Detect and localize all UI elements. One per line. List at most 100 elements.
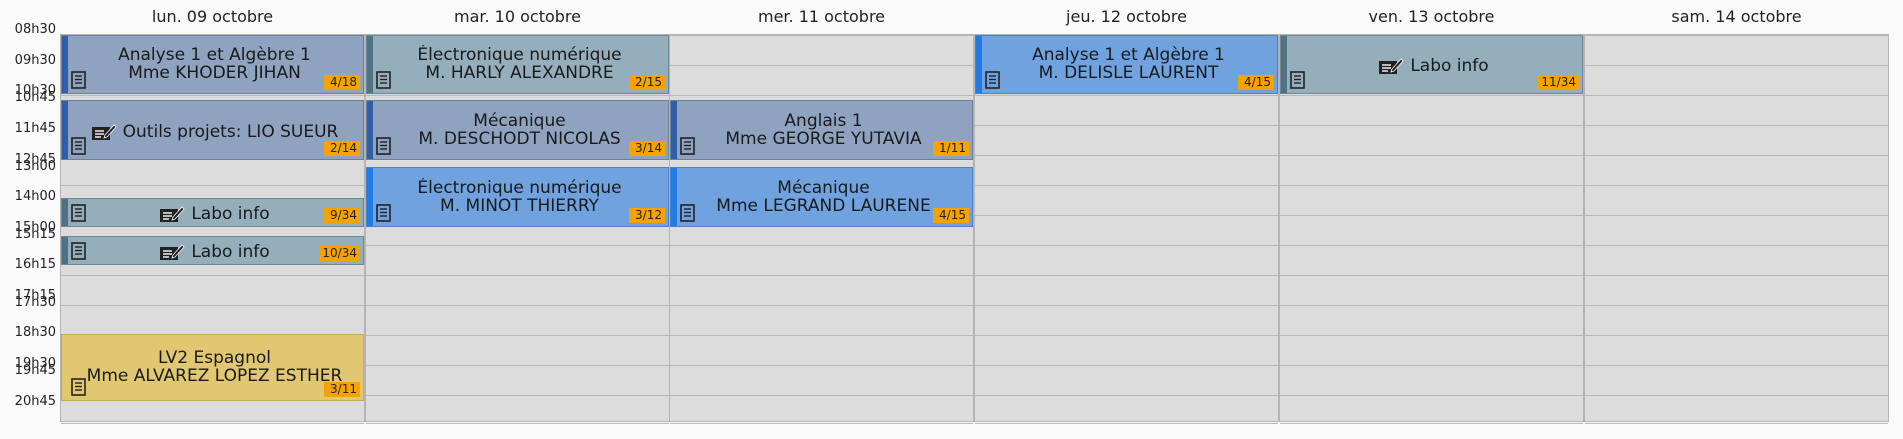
event-card[interactable]: Analyse 1 et Algèbre 1 M. DELISLE LAURENT… [975, 35, 1278, 94]
day-header: mer. 11 octobre [757, 7, 886, 26]
attendance-badge: 10/34 [319, 246, 360, 261]
grid-line [1280, 305, 1583, 306]
time-label: 15h15 [14, 227, 56, 242]
grid-line [975, 305, 1278, 306]
document-icon[interactable] [71, 378, 86, 396]
grid-line [975, 423, 1278, 424]
grid-line [975, 95, 1278, 96]
time-label: 18h30 [14, 325, 56, 340]
time-label: 19h45 [14, 363, 56, 378]
grid-line [1585, 35, 1888, 36]
grid-line [975, 245, 1278, 246]
grid-line [1280, 365, 1583, 366]
grid-line [670, 245, 973, 246]
document-icon[interactable] [680, 137, 695, 155]
document-icon[interactable] [71, 204, 86, 222]
document-icon[interactable] [680, 204, 695, 222]
grid-line [1280, 155, 1583, 156]
document-icon[interactable] [985, 71, 1000, 89]
grid-line [1585, 95, 1888, 96]
grid-line [1585, 365, 1888, 366]
event-accent-bar [367, 36, 373, 93]
attendance-badge: 11/34 [1538, 75, 1579, 90]
grid-line [1585, 305, 1888, 306]
grid-line [670, 423, 973, 424]
grid-line [1280, 185, 1583, 186]
event-title: Labo info [70, 241, 359, 263]
attendance-badge: 4/15 [933, 208, 969, 223]
time-label: 08h30 [14, 22, 56, 37]
event-card[interactable]: Analyse 1 et Algèbre 1 Mme KHODER JIHAN 4/… [61, 35, 364, 94]
time-label: 09h30 [14, 53, 56, 68]
event-card[interactable]: Outils projets: LIO SUEUR 2/14 [61, 100, 364, 160]
event-title: Électronique numérique [417, 177, 622, 198]
event-title-text: Labo info [1410, 56, 1489, 76]
event-teacher: Mme KHODER JIHAN [128, 63, 301, 83]
event-accent-bar [671, 101, 677, 159]
event-teacher: Mme GEORGE YUTAVIA [725, 128, 922, 149]
grid-line [1585, 423, 1888, 424]
grid-line [1280, 95, 1583, 96]
event-accent-bar [62, 335, 68, 400]
event-title: Mécanique [473, 110, 566, 131]
document-icon[interactable] [376, 71, 391, 89]
event-title: Analyse 1 et Algèbre 1 [1032, 45, 1225, 65]
event-card[interactable]: Mécanique M. DESCHODT NICOLAS 3/14 [366, 100, 669, 160]
day-column[interactable] [669, 34, 974, 424]
grid-line [1280, 335, 1583, 336]
grid-line [670, 95, 973, 96]
grid-line [670, 365, 973, 366]
event-card[interactable]: Labo info 10/34 [61, 236, 364, 265]
attendance-badge: 1/11 [933, 141, 969, 156]
grid-line [366, 335, 669, 336]
time-label: 11h45 [14, 121, 56, 136]
grid-line [1280, 275, 1583, 276]
document-icon[interactable] [71, 137, 86, 155]
grid-line [366, 275, 669, 276]
event-card[interactable]: Labo info 9/34 [61, 198, 364, 227]
grid-line [1585, 125, 1888, 126]
event-card[interactable]: Électronique numérique M. HARLY ALEXANDRE… [366, 35, 669, 94]
grid-line [975, 125, 1278, 126]
event-card[interactable]: Anglais 1 Mme GEORGE YUTAVIA 1/11 [670, 100, 973, 160]
event-card[interactable]: Électronique numérique M. MINOT THIERRY 3/… [366, 167, 669, 227]
grid-line [1585, 335, 1888, 336]
document-icon[interactable] [71, 242, 86, 260]
event-accent-bar [62, 199, 68, 226]
event-card[interactable]: LV2 Espagnol Mme ALVAREZ LOPEZ ESTHER 3/11 [61, 334, 364, 401]
day-header: ven. 13 octobre [1368, 7, 1495, 26]
attendance-badge: 4/15 [1238, 75, 1274, 90]
event-title: Analyse 1 et Algèbre 1 [118, 45, 311, 65]
document-icon[interactable] [376, 204, 391, 222]
event-accent-bar [367, 101, 373, 159]
document-icon[interactable] [71, 71, 86, 89]
grid-line [366, 305, 669, 306]
document-icon[interactable] [376, 137, 391, 155]
grid-line [670, 335, 973, 336]
event-teacher: M. MINOT THIERRY [440, 195, 599, 216]
event-card[interactable]: Mécanique Mme LEGRAND LAURENE 4/15 [670, 167, 973, 227]
event-teacher: Mme ALVAREZ LOPEZ ESTHER [86, 366, 343, 386]
weekly-calendar: lun. 09 octobre mar. 10 octobre mer. 11 oc… [0, 0, 1903, 439]
grid-line [975, 395, 1278, 396]
attendance-badge: 2/15 [629, 75, 665, 90]
event-title-text: Labo info [191, 204, 270, 224]
day-column[interactable] [1584, 34, 1889, 424]
grid-line [366, 245, 669, 246]
time-label: 20h45 [14, 394, 56, 409]
attendance-badge: 2/14 [324, 141, 360, 156]
grid-line [1585, 185, 1888, 186]
grid-line [61, 275, 364, 276]
event-accent-bar [62, 237, 68, 264]
grid-line [1585, 275, 1888, 276]
event-title: Mécanique [777, 177, 870, 198]
time-label: 17h30 [14, 295, 56, 310]
event-accent-bar [62, 101, 68, 159]
grid-line [975, 275, 1278, 276]
edit-note-icon [159, 204, 185, 224]
document-icon[interactable] [1290, 71, 1305, 89]
event-title: Anglais 1 [784, 110, 863, 131]
grid-line [670, 305, 973, 306]
event-card[interactable]: Labo info 11/34 [1280, 35, 1583, 94]
grid-line [61, 305, 364, 306]
